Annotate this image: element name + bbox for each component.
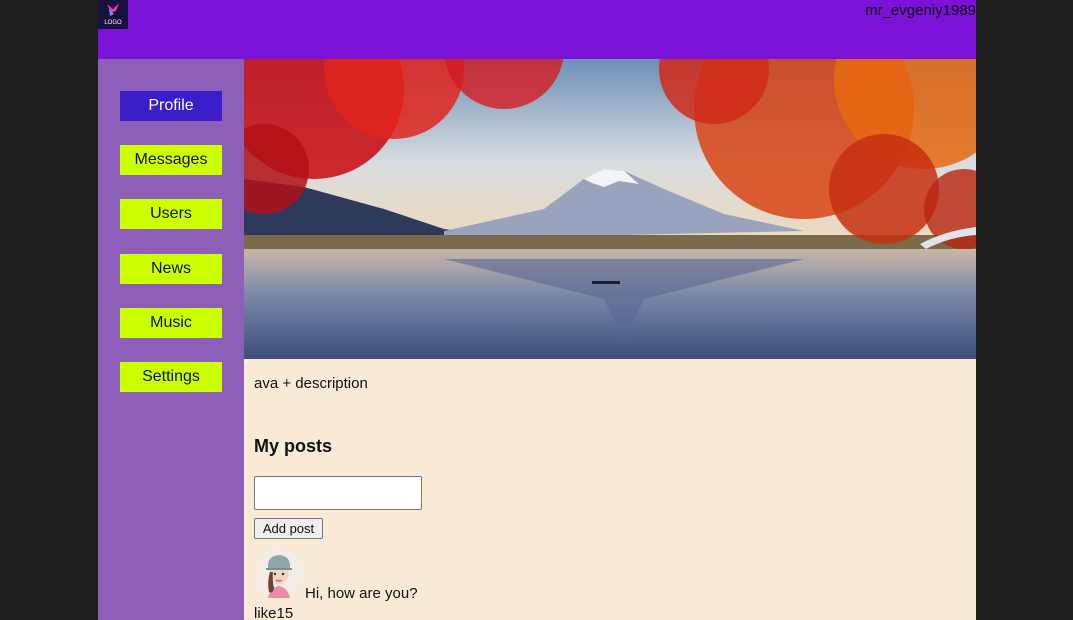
sidebar-item-profile[interactable]: Profile [120, 91, 222, 121]
profile-content: ava + description My posts Add post Hi, … [244, 59, 976, 620]
logo-icon[interactable]: LOGO [98, 0, 128, 29]
sidebar-item-users[interactable]: Users [120, 199, 222, 229]
sidebar-item-messages[interactable]: Messages [120, 145, 222, 175]
header: LOGO mr_evgeniy1989 [98, 0, 976, 59]
sidebar-item-settings[interactable]: Settings [120, 362, 222, 392]
sidebar: Profile Messages Users News Music Settin… [98, 59, 244, 620]
add-post-button[interactable]: Add post [254, 518, 323, 539]
sidebar-item-music[interactable]: Music [120, 308, 222, 338]
profile-description: ava + description [254, 375, 368, 392]
new-post-input[interactable] [254, 476, 422, 510]
sidebar-item-news[interactable]: News [120, 254, 222, 284]
post-message: Hi, how are you? [305, 585, 418, 602]
banner-image [244, 59, 976, 359]
app: LOGO mr_evgeniy1989 Profile Messages Use… [98, 0, 976, 620]
posts-title: My posts [254, 436, 333, 456]
girl-avatar-icon [254, 548, 304, 598]
svg-text:LOGO: LOGO [104, 20, 122, 26]
username: mr_evgeniy1989 [865, 2, 976, 19]
post-likes: like15 [254, 605, 294, 620]
